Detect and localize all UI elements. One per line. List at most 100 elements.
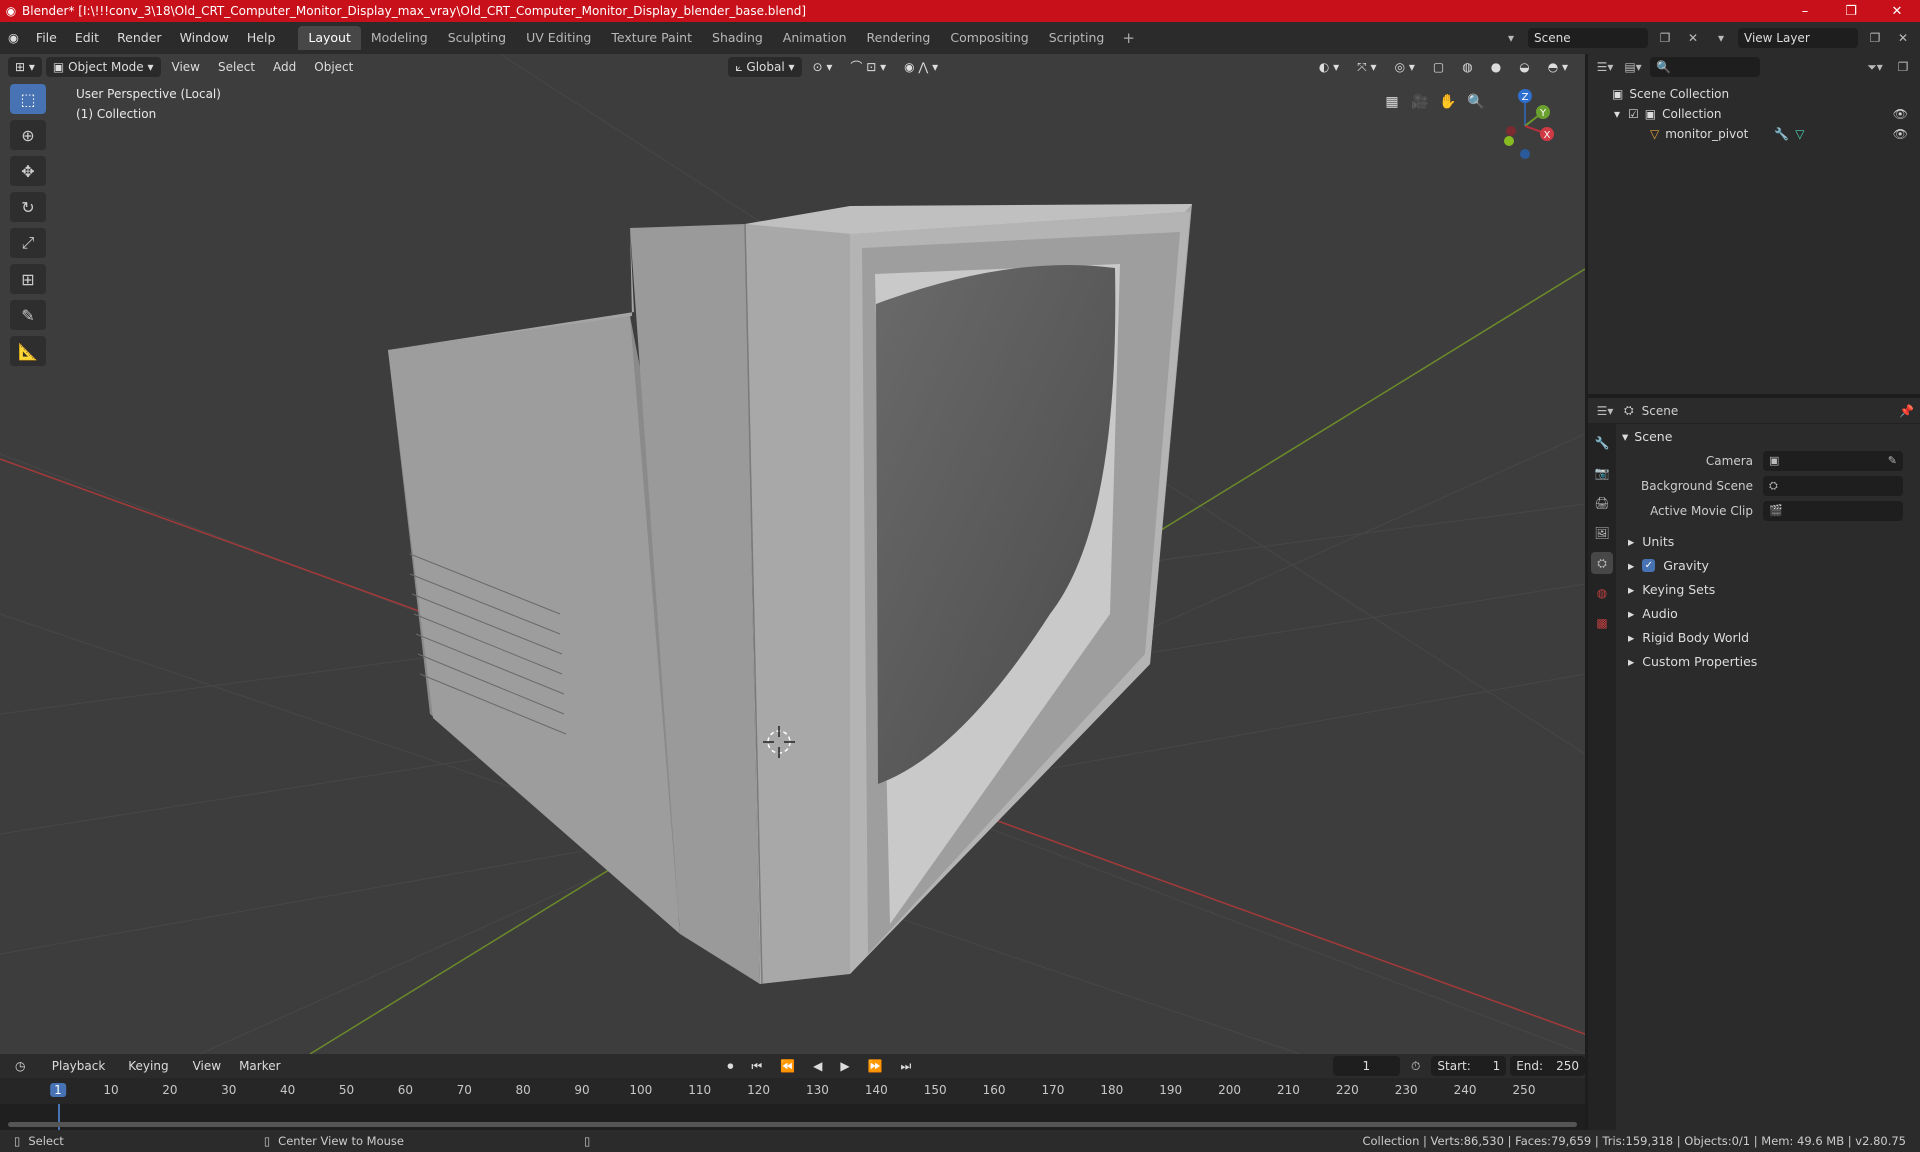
annotate-tool-icon[interactable]: ✎ bbox=[10, 300, 46, 330]
crt-monitor-model[interactable] bbox=[388, 204, 1192, 985]
render-tab-icon[interactable]: 📷 bbox=[1591, 462, 1613, 484]
blender-menu-icon[interactable]: ◉ bbox=[0, 26, 27, 50]
jump-start-icon[interactable]: ⏮ bbox=[744, 1056, 769, 1076]
wireframe-shading-icon[interactable]: ◍ bbox=[1455, 57, 1479, 77]
tab-scripting[interactable]: Scripting bbox=[1039, 26, 1115, 50]
close-button[interactable]: ✕ bbox=[1874, 0, 1920, 22]
menu-render[interactable]: Render bbox=[108, 26, 171, 50]
units-panel[interactable]: ▸ Units bbox=[1618, 529, 1918, 553]
transform-tool-icon[interactable]: ⊞ bbox=[10, 264, 46, 294]
next-keyframe-icon[interactable]: ⏩ bbox=[861, 1056, 890, 1076]
menu-timeline-view[interactable]: View bbox=[186, 1056, 228, 1076]
menu-playback[interactable]: Playback ▾ bbox=[45, 1056, 118, 1093]
rigid-body-world-panel[interactable]: ▸ Rigid Body World bbox=[1618, 625, 1918, 649]
maximize-button[interactable]: ❐ bbox=[1828, 0, 1874, 22]
background-scene-field[interactable]: ⛭ bbox=[1763, 475, 1903, 496]
timeline-scrollbar[interactable] bbox=[8, 1122, 1577, 1127]
minimize-button[interactable]: – bbox=[1782, 0, 1828, 22]
camera-view-icon[interactable]: 🎥 bbox=[1406, 88, 1434, 116]
record-keyframe-icon[interactable]: ⏺ bbox=[720, 1056, 740, 1076]
audio-panel[interactable]: ▸ Audio bbox=[1618, 601, 1918, 625]
view-layer-selector-icon[interactable]: ▾ bbox=[1710, 28, 1732, 48]
timeline-track[interactable] bbox=[0, 1104, 1585, 1130]
outliner-search-input[interactable]: 🔍 bbox=[1650, 57, 1760, 77]
outliner-object[interactable]: ▽ monitor_pivot 🔧 ▽ 👁 bbox=[1588, 124, 1920, 144]
timeline-editor-type-icon[interactable]: ◷ ▾ bbox=[8, 1056, 41, 1093]
start-frame-field[interactable]: Start: 1 bbox=[1431, 1056, 1507, 1076]
menu-edit[interactable]: Edit bbox=[66, 26, 108, 50]
active-movie-clip-field[interactable]: 🎬 bbox=[1763, 500, 1903, 521]
add-workspace-button[interactable]: + bbox=[1114, 29, 1143, 47]
menu-select[interactable]: Select bbox=[211, 57, 262, 77]
tab-uv-editing[interactable]: UV Editing bbox=[516, 26, 601, 50]
pan-view-icon[interactable]: ✋ bbox=[1434, 88, 1462, 116]
keying-sets-panel[interactable]: ▸ Keying Sets bbox=[1618, 577, 1918, 601]
timeline-ruler[interactable]: 1 10 20 30 40 50 60 70 80 90 100 110 120 130 140 150 160… bbox=[0, 1078, 1585, 1104]
visibility-selector-icon[interactable]: ◐ ▾ bbox=[1312, 57, 1346, 77]
outliner-scene-collection[interactable]: ▣ Scene Collection bbox=[1588, 84, 1920, 104]
visibility-eye-icon[interactable]: 👁 bbox=[1893, 127, 1908, 141]
editor-type-button[interactable]: ⊞ ▾ bbox=[8, 57, 42, 77]
menu-keying[interactable]: Keying ▾ bbox=[121, 1056, 181, 1093]
play-reverse-icon[interactable]: ◀ bbox=[806, 1056, 829, 1076]
new-view-layer-icon[interactable]: ❐ bbox=[1864, 28, 1886, 48]
gravity-panel[interactable]: ▸ ✓ Gravity bbox=[1618, 553, 1918, 577]
new-collection-icon[interactable]: ❐ bbox=[1892, 57, 1914, 77]
gravity-checkbox[interactable]: ✓ bbox=[1642, 558, 1656, 572]
menu-add[interactable]: Add bbox=[266, 57, 303, 77]
menu-object[interactable]: Object bbox=[307, 57, 360, 77]
menu-view[interactable]: View bbox=[165, 57, 207, 77]
scene-field[interactable]: Scene bbox=[1528, 28, 1648, 48]
filter-icon[interactable]: ⏷▾ bbox=[1864, 57, 1886, 77]
menu-help[interactable]: Help bbox=[238, 26, 285, 50]
rotate-tool-icon[interactable]: ↻ bbox=[10, 192, 46, 222]
display-mode-icon[interactable]: ▤▾ bbox=[1622, 57, 1644, 77]
preview-range-icon[interactable]: ⏱ bbox=[1404, 1056, 1427, 1076]
tab-rendering[interactable]: Rendering bbox=[857, 26, 941, 50]
output-tab-icon[interactable]: 🖨 bbox=[1591, 492, 1613, 514]
view-layer-field[interactable]: View Layer bbox=[1738, 28, 1858, 48]
new-scene-icon[interactable]: ❐ bbox=[1654, 28, 1676, 48]
texture-tab-icon[interactable]: ▩ bbox=[1591, 612, 1613, 634]
tab-shading[interactable]: Shading bbox=[702, 26, 773, 50]
play-icon[interactable]: ▶ bbox=[833, 1056, 856, 1076]
measure-tool-icon[interactable]: 📐 bbox=[10, 336, 46, 366]
current-frame-field[interactable]: 1 bbox=[1332, 1056, 1401, 1076]
menu-file[interactable]: File bbox=[27, 26, 66, 50]
tab-layout[interactable]: Layout bbox=[298, 26, 361, 50]
tool-tab-icon[interactable]: 🔧 bbox=[1591, 432, 1613, 454]
scene-selector-icon[interactable]: ▾ bbox=[1500, 28, 1522, 48]
mode-selector[interactable]: ▣ Object Mode ▾ bbox=[45, 57, 161, 77]
tab-sculpting[interactable]: Sculpting bbox=[438, 26, 516, 50]
proportional-editing-icon[interactable]: ◉ ⋀ ▾ bbox=[897, 57, 945, 77]
expand-arrow-icon[interactable]: ▾ bbox=[1614, 107, 1620, 121]
pivot-point-icon[interactable]: ⊙ ▾ bbox=[806, 57, 840, 77]
tab-texture-paint[interactable]: Texture Paint bbox=[601, 26, 702, 50]
tab-animation[interactable]: Animation bbox=[773, 26, 857, 50]
rendered-shading-icon[interactable]: ◓ ▾ bbox=[1541, 57, 1575, 77]
camera-field[interactable]: ▣ ✎ bbox=[1763, 450, 1903, 471]
scale-tool-icon[interactable]: ⤢ bbox=[10, 228, 46, 258]
delete-scene-icon[interactable]: ✕ bbox=[1682, 28, 1704, 48]
scene-tab-icon[interactable]: ⛭ bbox=[1591, 552, 1613, 574]
cursor-tool-icon[interactable]: ⊕ bbox=[10, 120, 46, 150]
world-tab-icon[interactable]: ◍ bbox=[1591, 582, 1613, 604]
menu-window[interactable]: Window bbox=[171, 26, 238, 50]
outliner-collection[interactable]: ▾ ☑ ▣ Collection 👁 bbox=[1588, 104, 1920, 124]
end-frame-field[interactable]: End: 250 bbox=[1510, 1056, 1586, 1076]
tab-modeling[interactable]: Modeling bbox=[361, 26, 438, 50]
menu-marker[interactable]: Marker bbox=[232, 1056, 287, 1076]
overlays-toggle-icon[interactable]: ◎ ▾ bbox=[1388, 57, 1422, 77]
navigation-gizmo[interactable]: Z Y X bbox=[1485, 84, 1565, 164]
solid-shading-icon[interactable]: ● bbox=[1484, 57, 1508, 77]
view-layer-tab-icon[interactable]: 🖼 bbox=[1591, 522, 1613, 544]
transform-orientation-selector[interactable]: ⟀ Global ▾ bbox=[728, 57, 802, 77]
material-shading-icon[interactable]: ◒ bbox=[1512, 57, 1536, 77]
previous-keyframe-icon[interactable]: ⏪ bbox=[773, 1056, 802, 1076]
visibility-eye-icon[interactable]: 👁 bbox=[1893, 107, 1908, 121]
checkbox-icon[interactable]: ☑ bbox=[1628, 107, 1639, 121]
pin-icon[interactable]: 📌 bbox=[1899, 404, 1914, 418]
properties-editor-type-icon[interactable]: ☰▾ bbox=[1594, 401, 1616, 421]
select-box-icon[interactable]: ⬚ bbox=[10, 84, 46, 114]
outliner-editor-type-icon[interactable]: ☰▾ bbox=[1594, 57, 1616, 77]
